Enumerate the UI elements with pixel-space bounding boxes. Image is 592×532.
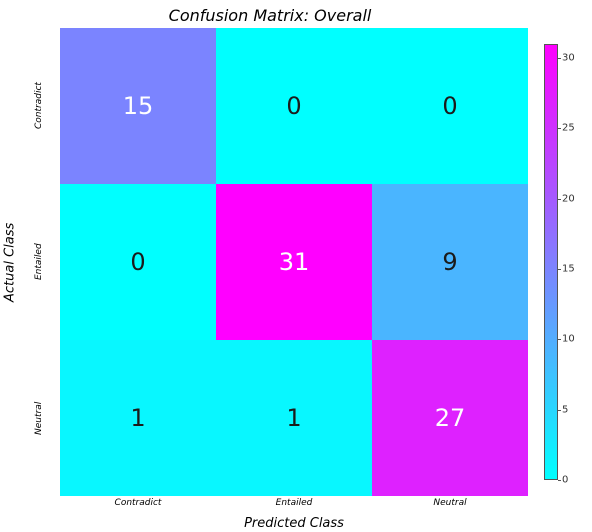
colorbar-tick-mark [558,339,561,340]
y-tick-1: Entailed [22,184,56,340]
colorbar-tick-label: 0 [562,475,586,486]
cell-value: 0 [442,92,457,120]
heatmap-grid: 15 0 0 0 31 9 1 1 27 [60,28,528,496]
cell-value: 0 [130,248,145,276]
cell-value: 27 [435,404,466,432]
colorbar-tick-label: 15 [562,264,586,275]
cell-0-2: 0 [372,28,528,184]
colorbar-tick-label: 20 [562,193,586,204]
x-tick-0: Contradict [60,498,216,508]
colorbar-tick-mark [558,480,561,481]
y-tick-2: Neutral [22,340,56,496]
cell-0-1: 0 [216,28,372,184]
cell-2-0: 1 [60,340,216,496]
cell-1-2: 9 [372,184,528,340]
colorbar-tick-label: 25 [562,123,586,134]
cell-value: 1 [130,404,145,432]
cell-value: 15 [123,92,154,120]
colorbar-tick-mark [558,269,561,270]
colorbar-tick-mark [558,58,561,59]
cell-value: 9 [442,248,457,276]
cell-value: 31 [279,248,310,276]
chart-title: Confusion Matrix: Overall [0,6,540,25]
cell-2-1: 1 [216,340,372,496]
cell-2-2: 27 [372,340,528,496]
colorbar [544,44,558,480]
cell-0-0: 15 [60,28,216,184]
colorbar-tick-label: 5 [562,404,586,415]
cell-1-0: 0 [60,184,216,340]
cell-value: 0 [286,92,301,120]
x-axis-label: Predicted Class [60,516,528,531]
colorbar-tick-mark [558,410,561,411]
y-tick-0: Contradict [22,28,56,184]
colorbar-tick-mark [558,199,561,200]
cell-value: 1 [286,404,301,432]
colorbar-tick-label: 30 [562,53,586,64]
colorbar-tick-mark [558,128,561,129]
cell-1-1: 31 [216,184,372,340]
y-axis-label: Actual Class [2,28,18,496]
colorbar-tick-label: 10 [562,334,586,345]
x-tick-1: Entailed [216,498,372,508]
x-tick-2: Neutral [372,498,528,508]
